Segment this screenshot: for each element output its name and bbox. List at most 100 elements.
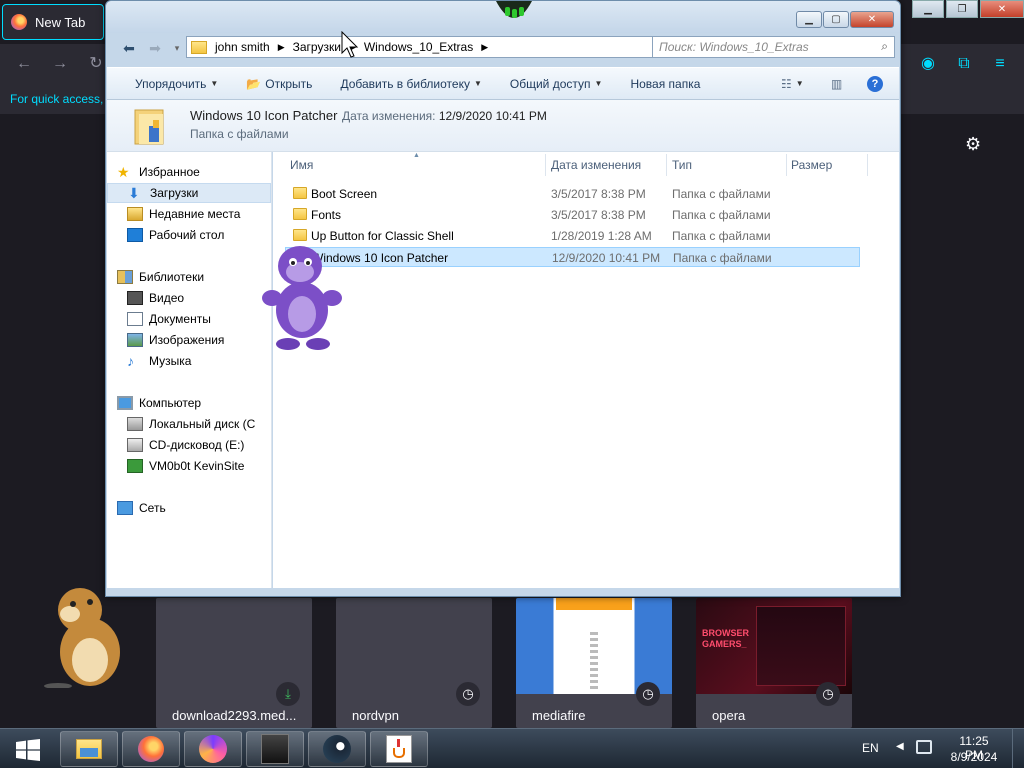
- close-button[interactable]: ✕: [850, 11, 894, 28]
- shortcut-tile[interactable]: ◷ nordvpn: [336, 598, 492, 728]
- search-input[interactable]: Поиск: Windows_10_Extras ⌕: [652, 36, 895, 58]
- restore-button[interactable]: ❐: [946, 0, 978, 18]
- documents-icon: [127, 312, 143, 326]
- taskbar-steam[interactable]: [308, 731, 366, 767]
- network-tray-icon[interactable]: [916, 740, 932, 754]
- sidebar-item-cd-drive[interactable]: CD-дисковод (E:): [107, 435, 271, 455]
- tab-new-tab[interactable]: New Tab: [2, 4, 104, 40]
- recent-pages-dropdown[interactable]: ▾: [168, 39, 186, 57]
- start-button[interactable]: [8, 735, 48, 765]
- video-icon: [127, 291, 143, 305]
- minimize-button[interactable]: ▁: [912, 0, 944, 18]
- grip-icon: [496, 1, 532, 18]
- column-size[interactable]: Размер: [791, 158, 832, 172]
- gear-icon[interactable]: ⚙: [965, 134, 981, 155]
- sidebar-item-desktop[interactable]: Рабочий стол: [107, 225, 271, 245]
- help-button[interactable]: ?: [853, 75, 897, 92]
- maximize-button[interactable]: ▢: [823, 11, 849, 28]
- taskbar-java[interactable]: [370, 731, 428, 767]
- sidebar-item-recent[interactable]: Недавние места: [107, 204, 271, 224]
- breadcrumb-item[interactable]: Windows_10_Extras: [364, 40, 473, 54]
- sidebar-item-vm-share[interactable]: VM0b0t KevinSite: [107, 456, 271, 476]
- breadcrumb-chevron-icon[interactable]: ▶: [278, 42, 285, 53]
- shortcut-tile[interactable]: BROWSER GAMERS_ ◷ opera: [696, 598, 852, 728]
- new-folder-button[interactable]: Новая папка: [616, 77, 714, 91]
- reload-icon[interactable]: ↻: [86, 54, 106, 74]
- opera-thumbnail: BROWSER GAMERS_: [696, 598, 852, 694]
- sidebar-item-downloads[interactable]: ⬇ Загрузки: [107, 183, 271, 203]
- dropdown-arrow-icon: ▼: [210, 79, 219, 88]
- shortcut-tile[interactable]: ◷ mediafire: [516, 598, 672, 728]
- column-type[interactable]: Тип: [672, 158, 692, 172]
- show-desktop-button[interactable]: [1012, 729, 1024, 768]
- clock-icon: ◷: [456, 682, 480, 706]
- sidebar-item-music[interactable]: ♪ Музыка: [107, 351, 271, 371]
- bonzi-character[interactable]: [258, 240, 344, 352]
- window-controls: ▁ ▢ ✕: [796, 11, 894, 28]
- large-folder-icon: [134, 109, 164, 145]
- file-row[interactable]: Up Button for Classic Shell 1/28/2019 1:…: [285, 226, 860, 246]
- taskbar-game[interactable]: [246, 731, 304, 767]
- zip-file-thumbnail: [516, 598, 672, 694]
- breadcrumb-chevron-icon[interactable]: ▶: [481, 42, 488, 53]
- column-name[interactable]: Имя: [290, 158, 313, 172]
- command-bar: Упорядочить ▼ 📂 Открыть Добавить в библио…: [107, 67, 899, 100]
- pocket-icon[interactable]: ◉: [918, 54, 938, 74]
- back-arrow-icon[interactable]: ←: [14, 54, 34, 74]
- swirl-browser-icon: [199, 735, 227, 763]
- sidebar-item-network[interactable]: Сеть: [107, 498, 271, 518]
- search-icon[interactable]: ⌕: [881, 39, 888, 54]
- hard-drive-icon: [127, 417, 143, 431]
- file-row[interactable]: Boot Screen 3/5/2017 8:38 PM Папка с фай…: [285, 184, 860, 204]
- breadcrumb-item[interactable]: john smith: [215, 40, 270, 54]
- forward-arrow-icon[interactable]: ➡: [146, 39, 164, 57]
- sidebar-item-video[interactable]: Видео: [107, 288, 271, 308]
- sidebar-item-local-disk[interactable]: Локальный диск (C: [107, 414, 271, 434]
- view-options-button[interactable]: ☷ ▼: [767, 77, 818, 91]
- tray-expand-icon[interactable]: ◀: [896, 741, 904, 752]
- folder-icon: [293, 187, 307, 199]
- breadcrumb-item[interactable]: Загрузки: [293, 40, 341, 54]
- menu-icon[interactable]: ≡: [990, 54, 1010, 74]
- file-row-selected[interactable]: Windows 10 Icon Patcher 12/9/2020 10:41 …: [285, 247, 860, 267]
- minimize-button[interactable]: ▁: [796, 11, 822, 28]
- taskbar-browser[interactable]: [184, 731, 242, 767]
- sidebar-item-favorites[interactable]: ★ Избранное: [107, 162, 271, 182]
- shortcut-tile[interactable]: ⤓ download2293.med...: [156, 598, 312, 728]
- window-titlebar[interactable]: [106, 1, 900, 33]
- share-button[interactable]: Общий доступ ▼: [496, 77, 617, 91]
- dropdown-arrow-icon: ▼: [473, 79, 482, 88]
- details-header: Windows 10 Icon Patcher Дата изменения: …: [107, 100, 899, 152]
- mouse-cursor-icon: [341, 31, 359, 58]
- preview-pane-button[interactable]: ▥: [817, 77, 856, 91]
- sidebar-item-images[interactable]: Изображения: [107, 330, 271, 350]
- taskbar-explorer[interactable]: [60, 731, 118, 767]
- network-drive-icon: [127, 459, 143, 473]
- sidebar-item-libraries[interactable]: Библиотеки: [107, 267, 271, 287]
- close-button[interactable]: ✕: [980, 0, 1024, 18]
- extensions-icon[interactable]: ⧉: [954, 54, 974, 74]
- sidebar-item-documents[interactable]: Документы: [107, 309, 271, 329]
- search-placeholder: Поиск: Windows_10_Extras: [659, 40, 809, 54]
- clock-date[interactable]: 8/9/2024: [950, 750, 998, 764]
- cd-drive-icon: [127, 438, 143, 452]
- add-to-library-button[interactable]: Добавить в библиотеку ▼: [326, 77, 495, 91]
- selected-item-name: Windows 10 Icon Patcher: [190, 108, 338, 123]
- organize-button[interactable]: Упорядочить ▼: [107, 77, 232, 91]
- taskbar-firefox[interactable]: [122, 731, 180, 767]
- tile-thumbnail: [156, 598, 312, 694]
- network-icon: [117, 501, 133, 515]
- file-row[interactable]: Fonts 3/5/2017 8:38 PM Папка с файлами: [285, 205, 860, 225]
- column-date[interactable]: Дата изменения: [551, 158, 641, 172]
- language-indicator[interactable]: EN: [862, 741, 879, 755]
- libraries-icon: [117, 270, 133, 284]
- open-button[interactable]: 📂 Открыть: [232, 77, 326, 91]
- sidebar-item-computer[interactable]: Компьютер: [107, 393, 271, 413]
- tile-label: download2293.med...: [172, 708, 297, 723]
- back-arrow-icon[interactable]: ⬅: [120, 39, 138, 57]
- star-icon: ★: [117, 164, 130, 180]
- recent-places-icon: [127, 207, 143, 221]
- forward-arrow-icon[interactable]: →: [50, 54, 70, 74]
- selected-item-type: Папка с файлами: [190, 127, 289, 141]
- folder-icon: [191, 40, 207, 54]
